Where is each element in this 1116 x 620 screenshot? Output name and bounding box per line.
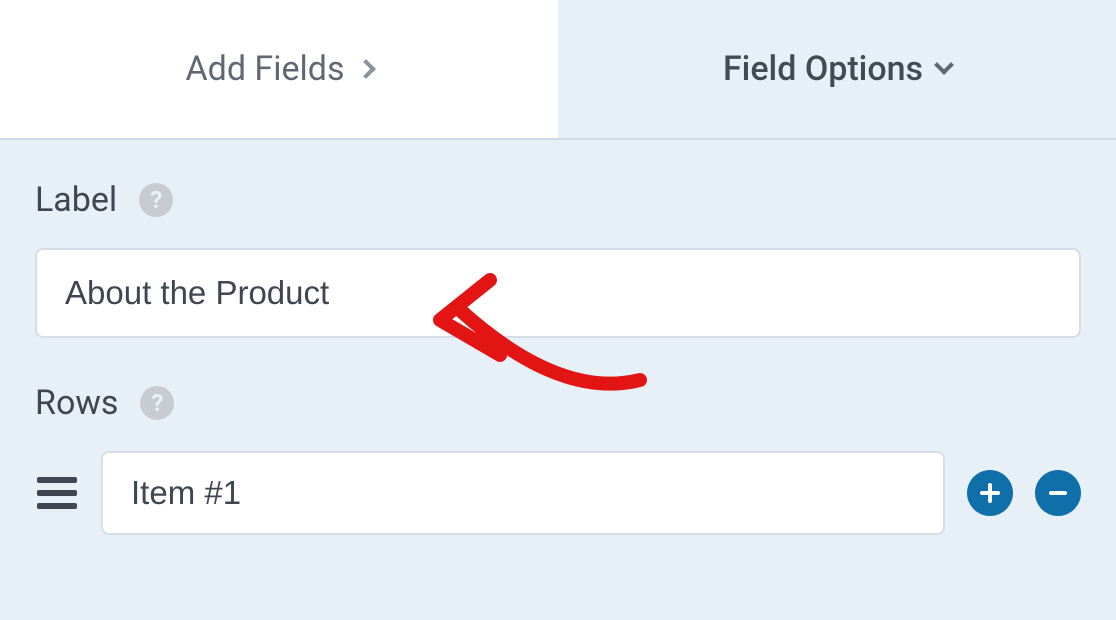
tab-field-options[interactable]: Field Options [558, 0, 1116, 138]
help-icon-glyph: ? [151, 389, 163, 417]
help-icon-glyph: ? [150, 186, 162, 214]
label-field-group: Label ? [35, 180, 1081, 338]
remove-row-button[interactable] [1035, 470, 1081, 516]
label-input[interactable] [35, 248, 1081, 338]
tab-field-options-label: Field Options [723, 49, 923, 89]
tab-add-fields-label: Add Fields [185, 49, 344, 89]
rows-header-row: Rows ? [35, 383, 1081, 423]
chevron-down-icon [934, 55, 954, 75]
chevron-right-icon [356, 59, 376, 79]
tab-add-fields[interactable]: Add Fields [0, 0, 558, 138]
help-icon[interactable]: ? [139, 183, 173, 217]
minus-icon [1046, 481, 1070, 505]
rows-field-group: Rows ? [35, 383, 1081, 535]
add-row-button[interactable] [967, 470, 1013, 516]
label-header-row: Label ? [35, 180, 1081, 220]
tab-bar: Add Fields Field Options [0, 0, 1116, 140]
drag-handle-icon[interactable] [35, 477, 79, 509]
help-icon[interactable]: ? [140, 386, 174, 420]
row-item [35, 451, 1081, 535]
plus-icon [978, 481, 1002, 505]
label-title: Label [35, 180, 117, 220]
field-options-panel: Label ? Rows ? [0, 140, 1116, 620]
rows-title: Rows [35, 383, 118, 423]
row-input[interactable] [101, 451, 945, 535]
